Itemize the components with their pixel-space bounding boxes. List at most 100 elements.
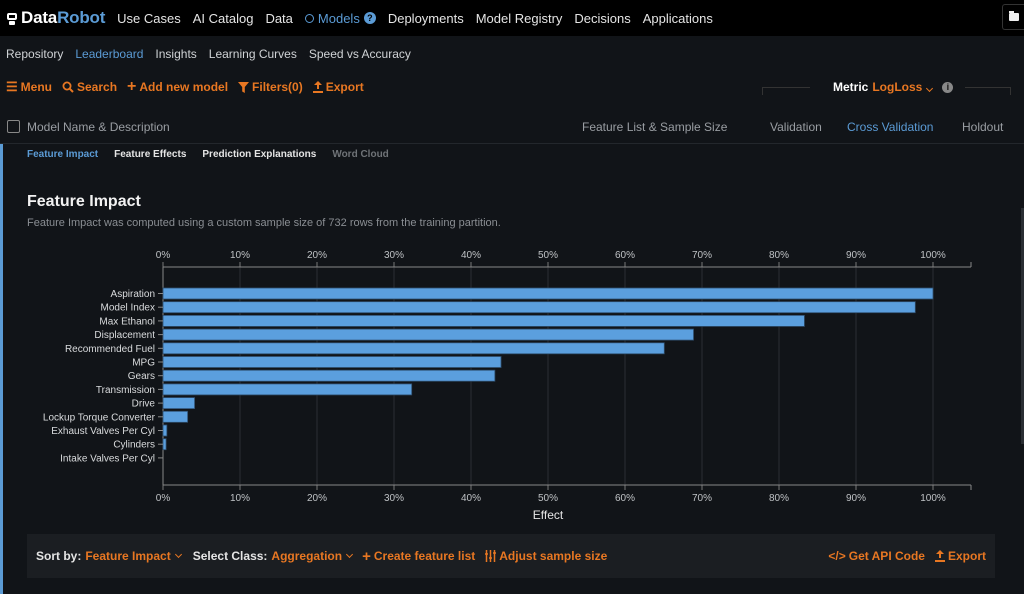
bar <box>162 438 167 451</box>
filters-button[interactable]: Filters(0) <box>238 80 303 94</box>
bar <box>162 410 189 423</box>
adjust-sample-size-label: Adjust sample size <box>499 549 608 563</box>
search-icon <box>62 81 74 93</box>
select-class-value: Aggregation <box>271 549 343 563</box>
bar <box>162 356 502 368</box>
nav-applications[interactable]: Applications <box>643 11 713 26</box>
metric-label: Metric <box>833 80 869 94</box>
x-tick-label-top: 60% <box>615 250 635 261</box>
x-tick-label-top: 100% <box>920 250 946 261</box>
chart-export-label: Export <box>947 549 986 563</box>
y-tick-label: Aspiration <box>111 289 155 300</box>
y-tick-label: Exhaust Valves Per Cyl <box>51 426 155 437</box>
nav-models[interactable]: Models ? <box>304 11 376 26</box>
x-tick-label-bottom: 100% <box>920 493 946 504</box>
x-tick-label-top: 50% <box>538 250 558 261</box>
y-tick-label: Transmission <box>96 385 155 396</box>
metric-dropdown[interactable]: LogLoss <box>872 80 934 94</box>
x-tick-label-bottom: 70% <box>692 493 712 504</box>
top-navigation: Data Robot Use Cases AI Catalog Data Mode… <box>0 0 1024 36</box>
column-holdout[interactable]: Holdout <box>962 120 1003 134</box>
get-api-code-button[interactable]: </> Get API Code <box>828 549 925 563</box>
metric-bracket-left <box>762 87 810 95</box>
x-tick-label-bottom: 80% <box>769 493 789 504</box>
sort-by-label: Sort by: <box>36 549 82 563</box>
y-tick-label: Gears <box>128 371 155 382</box>
tab-word-cloud: Word Cloud <box>332 149 389 160</box>
feature-impact-title: Feature Impact <box>27 193 141 210</box>
x-tick-label-bottom: 50% <box>538 493 558 504</box>
nav-model-registry[interactable]: Model Registry <box>476 11 563 26</box>
filter-icon <box>238 81 250 93</box>
bar <box>162 369 496 382</box>
column-validation[interactable]: Validation <box>770 120 822 134</box>
tab-feature-effects[interactable]: Feature Effects <box>114 149 186 160</box>
search-button[interactable]: Search <box>62 80 117 94</box>
tab-feature-impact[interactable]: Feature Impact <box>27 149 98 160</box>
subnav-leaderboard[interactable]: Leaderboard <box>75 47 143 61</box>
subnav-repository[interactable]: Repository <box>6 47 63 61</box>
datarobot-logo[interactable]: Data Robot <box>6 8 105 28</box>
logo-text-primary: Data <box>21 8 58 27</box>
sliders-icon <box>485 550 497 562</box>
folder-icon <box>1008 11 1019 21</box>
create-feature-list-button[interactable]: + Create feature list <box>362 548 475 565</box>
x-tick-label-top: 40% <box>461 250 481 261</box>
bar <box>162 397 195 410</box>
filters-label: Filters(0) <box>252 80 303 94</box>
loading-ring-icon <box>304 13 314 23</box>
x-tick-label-top: 70% <box>692 250 712 261</box>
x-tick-label-top: 80% <box>769 250 789 261</box>
y-tick-label: Displacement <box>94 330 155 341</box>
select-all-checkbox[interactable] <box>7 120 20 133</box>
chevron-down-icon <box>926 84 934 93</box>
nav-ai-catalog[interactable]: AI Catalog <box>193 11 254 26</box>
tab-prediction-explanations[interactable]: Prediction Explanations <box>202 149 316 160</box>
y-tick-label: Model Index <box>101 303 155 314</box>
subnav-speed-vs-accuracy[interactable]: Speed vs Accuracy <box>309 47 411 61</box>
column-feature-list[interactable]: Feature List & Sample Size <box>582 120 727 134</box>
chevron-down-icon <box>174 550 182 559</box>
x-tick-label-top: 0% <box>156 250 171 261</box>
metric-bracket-right <box>965 87 1011 95</box>
x-tick-label-bottom: 40% <box>461 493 481 504</box>
x-tick-label-bottom: 60% <box>615 493 635 504</box>
menu-button[interactable]: ☰ Menu <box>6 79 52 95</box>
x-axis-label: Effect <box>533 508 564 522</box>
y-tick-label: Lockup Torque Converter <box>43 412 156 423</box>
metric-value: LogLoss <box>872 80 923 94</box>
chevron-down-icon <box>346 550 354 559</box>
bar <box>162 383 413 396</box>
nav-use-cases[interactable]: Use Cases <box>117 11 181 26</box>
nav-data[interactable]: Data <box>265 11 292 26</box>
nav-deployments[interactable]: Deployments <box>388 11 464 26</box>
subnav-insights[interactable]: Insights <box>155 47 196 61</box>
insight-tabs: Feature Impact Feature Effects Predictio… <box>27 149 405 160</box>
add-model-label: Add new model <box>139 80 229 94</box>
x-tick-label-bottom: 90% <box>846 493 866 504</box>
column-model-name[interactable]: Model Name & Description <box>27 120 170 134</box>
export-button[interactable]: Export <box>312 80 364 94</box>
x-tick-label-bottom: 30% <box>384 493 404 504</box>
adjust-sample-size-button[interactable]: Adjust sample size <box>485 549 607 563</box>
folder-button[interactable] <box>1002 4 1024 30</box>
info-icon[interactable]: i <box>942 81 954 93</box>
plus-icon: + <box>127 78 137 95</box>
export-label: Export <box>325 80 364 94</box>
x-tick-label-top: 20% <box>307 250 327 261</box>
create-feature-list-label: Create feature list <box>373 549 476 563</box>
select-class-dropdown[interactable]: Aggregation <box>271 549 354 563</box>
x-tick-label-top: 30% <box>384 250 404 261</box>
chart-export-button[interactable]: Export <box>934 549 986 563</box>
upload-icon <box>934 550 945 562</box>
subnav-learning-curves[interactable]: Learning Curves <box>209 47 297 61</box>
nav-decisions[interactable]: Decisions <box>574 11 630 26</box>
y-tick-label: Drive <box>132 399 156 410</box>
y-tick-label: Cylinders <box>113 440 155 451</box>
menu-label: Menu <box>20 80 52 94</box>
add-new-model-button[interactable]: + Add new model <box>127 78 228 96</box>
sort-by-dropdown[interactable]: Feature Impact <box>85 549 182 563</box>
select-class-label: Select Class: <box>192 549 268 563</box>
x-tick-label-bottom: 0% <box>156 493 171 504</box>
column-cross-validation[interactable]: Cross Validation <box>847 120 933 134</box>
